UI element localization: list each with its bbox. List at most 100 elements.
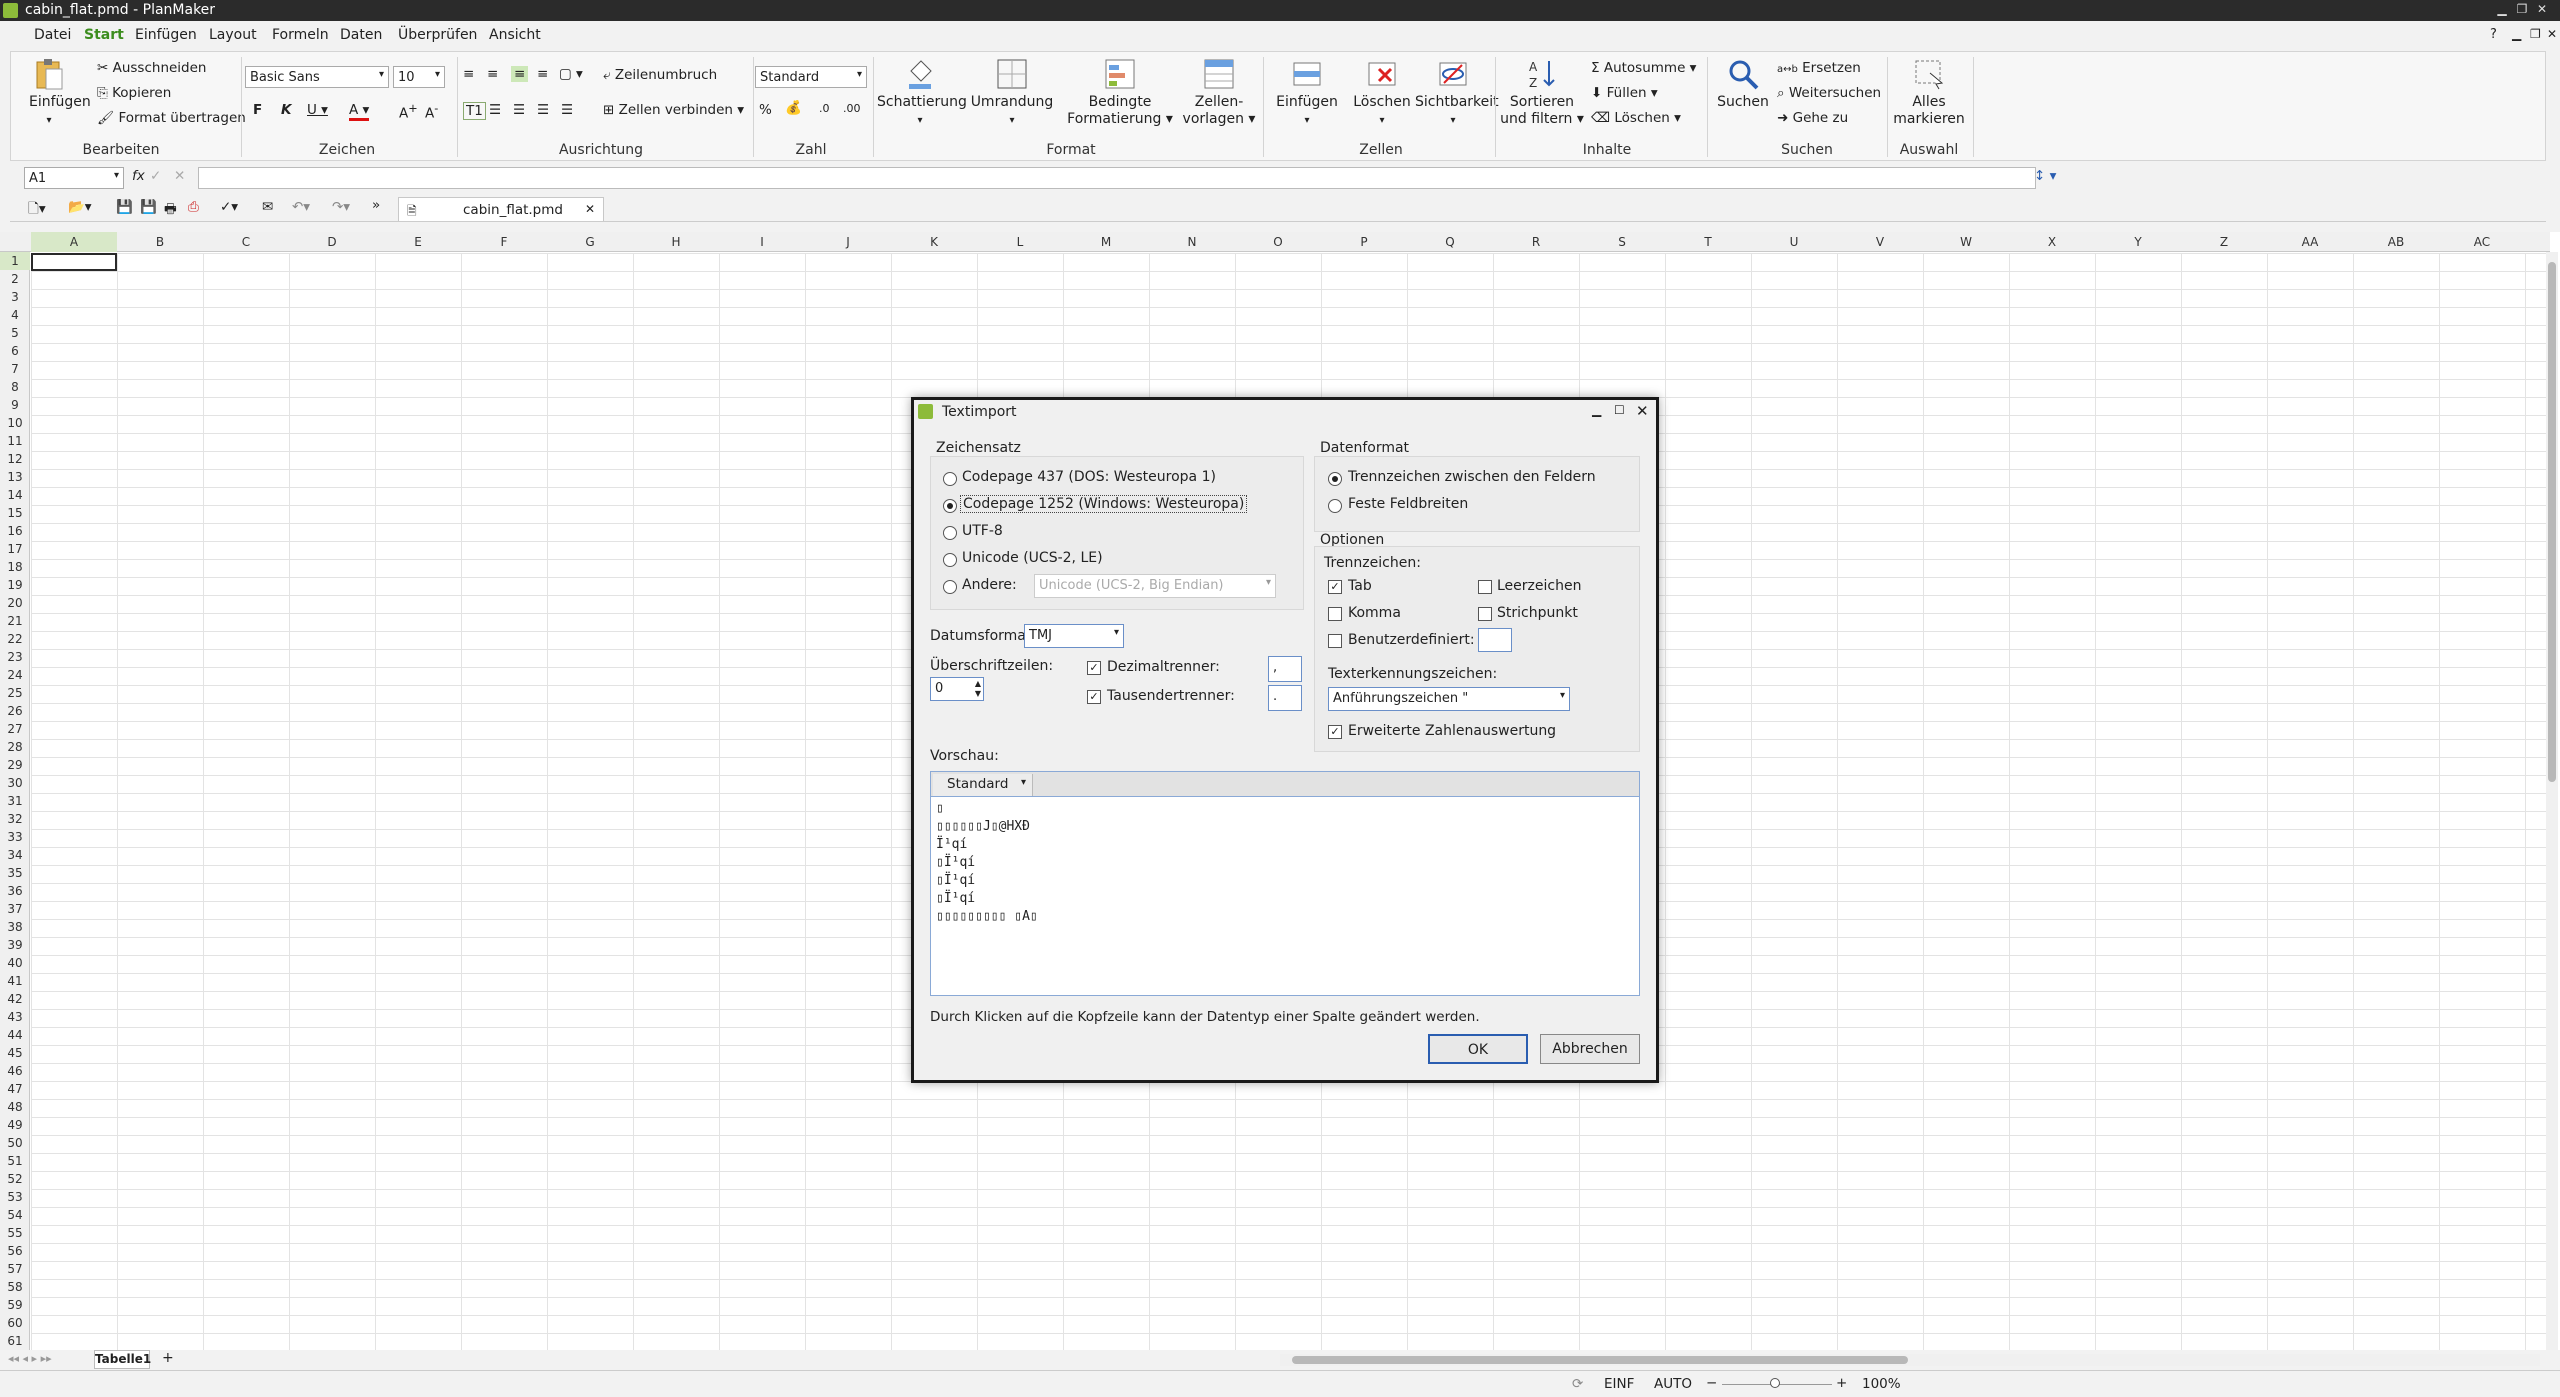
radio-unicode-le[interactable] xyxy=(943,553,957,567)
radio-trennzeichen[interactable] xyxy=(1328,472,1342,486)
align-bottom-button[interactable]: ≡ xyxy=(537,66,548,82)
column-header-c[interactable]: C xyxy=(203,235,289,249)
align-left-button[interactable]: ☰ xyxy=(489,102,501,118)
row-header[interactable]: 19 xyxy=(0,576,30,594)
benutzerdefiniert-input[interactable] xyxy=(1478,628,1512,652)
currency-button[interactable]: 💰 xyxy=(785,100,802,116)
row-header[interactable]: 30 xyxy=(0,774,30,792)
row-header[interactable]: 24 xyxy=(0,666,30,684)
search-button[interactable]: Suchen xyxy=(1713,57,1773,111)
menu-einfuegen[interactable]: Einfügen xyxy=(135,27,197,43)
menu-daten[interactable]: Daten xyxy=(340,27,382,43)
column-header-o[interactable]: O xyxy=(1235,235,1321,249)
row-header[interactable]: 57 xyxy=(0,1260,30,1278)
cell-styles-button[interactable]: Zellen-vorlagen ▾ xyxy=(1179,57,1259,128)
formula-options-icon[interactable]: ↕ ▾ xyxy=(2034,168,2056,184)
row-header[interactable]: 58 xyxy=(0,1278,30,1296)
font-size-select[interactable]: 10 ▾ xyxy=(393,66,445,88)
mail-icon[interactable]: ✉ xyxy=(262,199,273,215)
column-header-z[interactable]: Z xyxy=(2181,235,2267,249)
tausendertrenner-input[interactable]: . xyxy=(1268,685,1302,711)
column-header-v[interactable]: V xyxy=(1837,235,1923,249)
cancel-edit-icon[interactable]: ✕ xyxy=(174,168,185,184)
restore-icon[interactable]: ❐ xyxy=(2514,2,2530,18)
column-header-t[interactable]: T xyxy=(1665,235,1751,249)
new-document-icon[interactable]: 🗋▾ xyxy=(28,199,46,222)
column-header-d[interactable]: D xyxy=(289,235,375,249)
shrink-font-button[interactable]: A- xyxy=(425,102,438,122)
checkbox-strichpunkt[interactable] xyxy=(1478,607,1492,621)
row-header[interactable]: 36 xyxy=(0,882,30,900)
radio-feste-feldbreiten[interactable] xyxy=(1328,499,1342,513)
italic-button[interactable]: K xyxy=(281,102,291,118)
row-header[interactable]: 33 xyxy=(0,828,30,846)
column-header-r[interactable]: R xyxy=(1493,235,1579,249)
row-header[interactable]: 38 xyxy=(0,918,30,936)
row-header[interactable]: 52 xyxy=(0,1170,30,1188)
zoom-in-icon[interactable]: + xyxy=(1836,1375,1847,1391)
replace-button[interactable]: a↔b Ersetzen xyxy=(1777,60,1861,76)
menu-start[interactable]: Start xyxy=(84,27,124,43)
row-header[interactable]: 13 xyxy=(0,468,30,486)
formula-input[interactable] xyxy=(198,167,2036,189)
horizontal-scrollbar[interactable] xyxy=(1280,1354,2540,1366)
undo-icon[interactable]: ↶▾ xyxy=(292,199,310,215)
column-header-aa[interactable]: AA xyxy=(2267,235,2353,249)
column-header-n[interactable]: N xyxy=(1149,235,1235,249)
column-header-h[interactable]: H xyxy=(633,235,719,249)
row-header[interactable]: 25 xyxy=(0,684,30,702)
sync-icon[interactable]: ⟳ xyxy=(1572,1376,1583,1392)
row-header[interactable]: 40 xyxy=(0,954,30,972)
row-header[interactable]: 37 xyxy=(0,900,30,918)
checkbox-dezimaltrenner[interactable]: ✓ xyxy=(1087,661,1101,675)
checkbox-tab[interactable]: ✓ xyxy=(1328,580,1342,594)
row-header[interactable]: 39 xyxy=(0,936,30,954)
pdf-export-icon[interactable]: ⎙ xyxy=(188,199,199,215)
align-middle-button[interactable]: ≡ xyxy=(487,66,498,82)
row-header[interactable]: 44 xyxy=(0,1026,30,1044)
shading-button[interactable]: Schattierung ▾ xyxy=(877,57,967,129)
row-header[interactable]: 7 xyxy=(0,360,30,378)
row-header[interactable]: 34 xyxy=(0,846,30,864)
radio-codepage-437[interactable] xyxy=(943,472,957,486)
open-folder-icon[interactable]: 📂▾ xyxy=(68,199,92,215)
column-header-q[interactable]: Q xyxy=(1407,235,1493,249)
bold-button[interactable]: F xyxy=(253,102,262,118)
row-header[interactable]: 21 xyxy=(0,612,30,630)
underline-button[interactable]: U ▾ xyxy=(307,102,328,118)
ribbon-close-icon[interactable]: ✕ xyxy=(2547,27,2557,41)
column-header-ab[interactable]: AB xyxy=(2353,235,2439,249)
align-center-v-button[interactable]: ≡ xyxy=(511,66,529,82)
align-right-button[interactable]: ☰ xyxy=(537,102,549,118)
fill-button[interactable]: ⬇ Füllen ▾ xyxy=(1591,85,1658,101)
column-header-a[interactable]: A xyxy=(31,232,117,252)
row-header[interactable]: 20 xyxy=(0,594,30,612)
row-header[interactable]: 49 xyxy=(0,1116,30,1134)
row-header[interactable]: 27 xyxy=(0,720,30,738)
stepper-arrows-icon[interactable]: ▲ ▼ xyxy=(975,679,981,699)
close-tab-icon[interactable]: ✕ xyxy=(585,202,595,216)
sheet-nav-arrows[interactable]: ◂◂ ◂ ▸ ▸▸ xyxy=(8,1352,52,1365)
column-header-f[interactable]: F xyxy=(461,235,547,249)
merge-cells-button[interactable]: ⊞ Zellen verbinden ▾ xyxy=(603,102,744,118)
font-name-select[interactable]: Basic Sans ▾ xyxy=(245,66,389,88)
radio-utf8[interactable] xyxy=(943,526,957,540)
row-header[interactable]: 47 xyxy=(0,1080,30,1098)
save-icon[interactable]: 💾 xyxy=(116,199,133,215)
document-tab[interactable]: 🗎 cabin_flat.pmd ✕ xyxy=(398,197,604,221)
row-header[interactable]: 2 xyxy=(0,270,30,288)
row-header[interactable]: 55 xyxy=(0,1224,30,1242)
column-header-ac[interactable]: AC xyxy=(2439,235,2525,249)
column-header-l[interactable]: L xyxy=(977,235,1063,249)
help-icon[interactable]: ? xyxy=(2490,27,2497,42)
row-header[interactable]: 23 xyxy=(0,648,30,666)
checkbox-komma[interactable] xyxy=(1328,607,1342,621)
checkbox-leerzeichen[interactable] xyxy=(1478,580,1492,594)
ribbon-restore-icon[interactable]: ❐ xyxy=(2530,27,2541,41)
horizontal-scroll-thumb[interactable] xyxy=(1292,1356,1908,1364)
number-format-select[interactable]: Standard ▾ xyxy=(755,66,867,88)
close-icon[interactable]: ✕ xyxy=(2534,2,2550,18)
andere-encoding-select[interactable]: Unicode (UCS-2, Big Endian) ▾ xyxy=(1034,574,1276,598)
ueberschriftzeilen-stepper[interactable]: 0 ▲ ▼ xyxy=(930,677,984,701)
row-header[interactable]: 6 xyxy=(0,342,30,360)
